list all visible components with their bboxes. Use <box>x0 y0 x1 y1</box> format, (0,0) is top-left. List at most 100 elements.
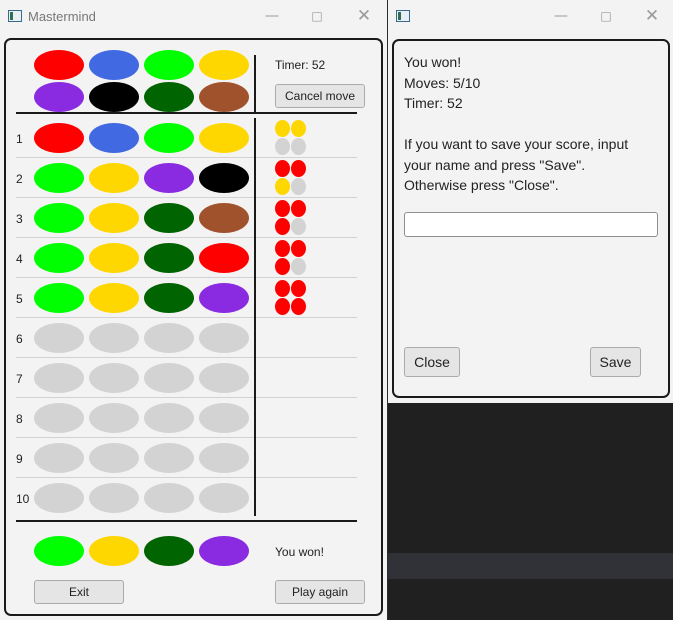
feedback-peg-red <box>291 280 306 297</box>
close-icon[interactable]: ✕ <box>350 5 378 27</box>
guess-peg-green <box>34 203 84 233</box>
row-number: 3 <box>16 212 23 226</box>
empty-peg-slot <box>34 363 84 393</box>
feedback-peg-red <box>291 240 306 257</box>
dialog-save-button[interactable]: Save <box>590 347 641 377</box>
cancel-move-button[interactable]: Cancel move <box>275 84 365 108</box>
guess-peg-yellow <box>89 203 139 233</box>
empty-peg-slot <box>89 363 139 393</box>
guess-peg-dark-green <box>144 243 194 273</box>
guess-peg-dark-green <box>144 203 194 233</box>
palette-peg-green[interactable] <box>144 50 194 80</box>
empty-peg-slot <box>199 483 249 513</box>
guess-peg-purple <box>199 283 249 313</box>
row-number: 1 <box>16 132 23 146</box>
palette-peg-brown[interactable] <box>199 82 249 112</box>
feedback-peg-red <box>275 160 290 177</box>
guess-peg-black <box>199 163 249 193</box>
empty-peg-slot <box>89 403 139 433</box>
dialog-minimize-icon[interactable]: — <box>547 5 575 27</box>
row-number: 9 <box>16 452 23 466</box>
dialog-message-line: Moves: 5/10 <box>404 74 481 91</box>
guess-peg-red <box>199 243 249 273</box>
feedback-peg-red <box>275 218 290 235</box>
title-bar: Mastermind — □ ✕ <box>0 0 387 34</box>
board-top-line <box>16 112 357 114</box>
row-number: 10 <box>16 492 30 506</box>
guess-peg-blue <box>89 123 139 153</box>
row-number: 5 <box>16 292 23 306</box>
empty-peg-slot <box>144 323 194 353</box>
secret-peg-dark-green <box>144 536 194 566</box>
player-name-input[interactable] <box>404 212 658 237</box>
empty-peg-slot <box>144 403 194 433</box>
dialog-app-icon <box>396 10 410 22</box>
guess-peg-dark-green <box>144 283 194 313</box>
feedback-peg-red <box>275 298 290 315</box>
window-title: Mastermind <box>28 9 96 24</box>
row-separator <box>16 277 357 278</box>
palette-peg-blue[interactable] <box>89 50 139 80</box>
dialog-message-line: You won! <box>404 54 462 70</box>
empty-peg-slot <box>89 323 139 353</box>
row-number: 4 <box>16 252 23 266</box>
dialog-maximize-icon[interactable]: □ <box>592 5 620 27</box>
board-bottom-line <box>16 520 357 522</box>
row-separator <box>16 197 357 198</box>
dialog-close-button[interactable]: Close <box>404 347 460 377</box>
empty-peg-slot <box>144 443 194 473</box>
empty-peg-slot <box>144 483 194 513</box>
play-again-button[interactable]: Play again <box>275 580 365 604</box>
secret-peg-yellow <box>89 536 139 566</box>
secret-peg-purple <box>199 536 249 566</box>
row-separator <box>16 237 357 238</box>
feedback-peg-red <box>291 160 306 177</box>
feedback-peg-red <box>275 258 290 275</box>
empty-peg-slot <box>144 363 194 393</box>
palette-peg-yellow[interactable] <box>199 50 249 80</box>
secret-peg-green <box>34 536 84 566</box>
row-separator <box>16 397 357 398</box>
row-separator <box>16 317 357 318</box>
feedback-peg-empty <box>291 178 306 195</box>
row-separator <box>16 157 357 158</box>
dialog-message-line: your name and press "Save". <box>404 156 586 173</box>
empty-peg-slot <box>199 403 249 433</box>
minimize-icon[interactable]: — <box>258 5 286 27</box>
feedback-peg-yellow <box>291 120 306 137</box>
palette-peg-dark-green[interactable] <box>144 82 194 112</box>
guess-peg-yellow <box>89 283 139 313</box>
app-icon <box>8 10 22 22</box>
feedback-peg-red <box>291 298 306 315</box>
feedback-peg-empty <box>291 258 306 275</box>
empty-peg-slot <box>199 443 249 473</box>
row-separator <box>16 477 357 478</box>
feedback-peg-empty <box>291 218 306 235</box>
dialog-close-icon[interactable]: ✕ <box>638 5 666 27</box>
guess-peg-yellow <box>199 123 249 153</box>
feedback-peg-yellow <box>275 178 290 195</box>
empty-peg-slot <box>199 363 249 393</box>
guess-peg-purple <box>144 163 194 193</box>
empty-peg-slot <box>199 323 249 353</box>
empty-peg-slot <box>34 483 84 513</box>
dialog-message-line: Timer: 52 <box>404 95 463 111</box>
empty-peg-slot <box>34 403 84 433</box>
palette-peg-red[interactable] <box>34 50 84 80</box>
row-number: 8 <box>16 412 23 426</box>
palette-peg-black[interactable] <box>89 82 139 112</box>
empty-peg-slot <box>89 483 139 513</box>
guess-peg-brown <box>199 203 249 233</box>
feedback-peg-empty <box>291 138 306 155</box>
feedback-peg-red <box>291 200 306 217</box>
feedback-peg-yellow <box>275 120 290 137</box>
dialog-message-line: Otherwise press "Close". <box>404 177 559 193</box>
row-number: 7 <box>16 372 23 386</box>
feedback-peg-empty <box>275 138 290 155</box>
palette-peg-purple[interactable] <box>34 82 84 112</box>
exit-button[interactable]: Exit <box>34 580 124 604</box>
empty-peg-slot <box>34 323 84 353</box>
guess-peg-green <box>34 163 84 193</box>
feedback-peg-red <box>275 240 290 257</box>
maximize-icon[interactable]: □ <box>303 5 331 27</box>
